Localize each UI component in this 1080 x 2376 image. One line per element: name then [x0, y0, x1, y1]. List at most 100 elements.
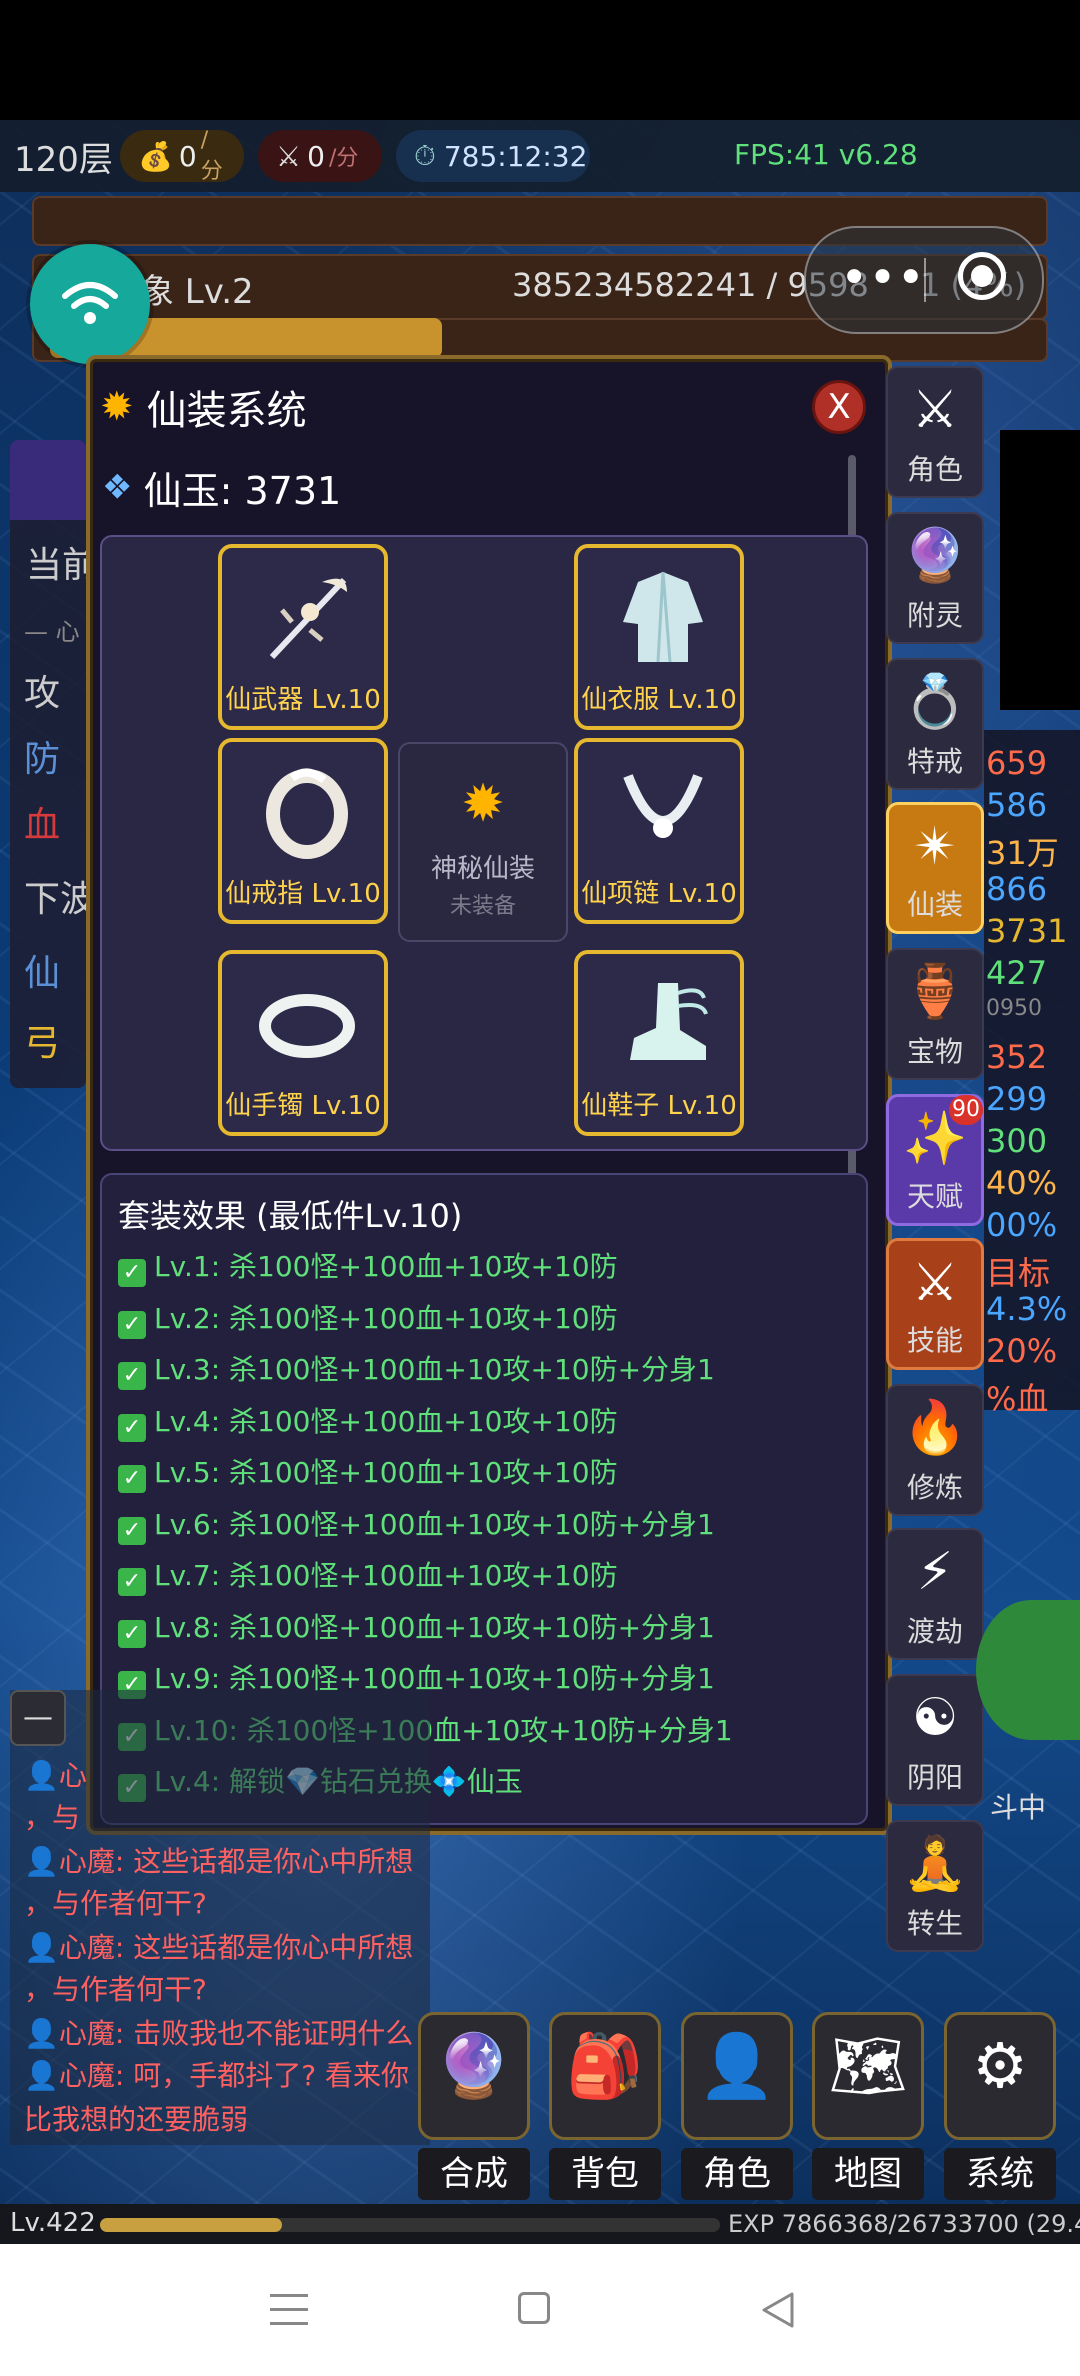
sidebar-icon: ⚡: [916, 1542, 954, 1602]
user-icon: 👤: [24, 2017, 59, 2050]
set-effect-row: ✓ Lv.7: 杀100怪+100血+10攻+10防: [118, 1554, 618, 1596]
user-icon: 👤: [24, 2059, 59, 2092]
set-effect-text: Lv.2: 杀100怪+100血+10攻+10防: [154, 1301, 618, 1335]
sidebar-item[interactable]: 🔮 附灵: [886, 512, 984, 644]
slot-label: 仙鞋子 Lv.10: [581, 1091, 737, 1121]
checkbox-checked-icon: ✓: [118, 1362, 146, 1390]
gold-rate: 💰 0 /分: [120, 128, 244, 184]
sidebar-icon: 🏺: [902, 962, 968, 1022]
fighting-label: 斗中: [990, 1791, 1047, 1824]
slot-necklace[interactable]: 仙项链 Lv.10: [574, 738, 744, 924]
chat-message-line: 👤心魔: 这些话都是你心中所想: [24, 1845, 414, 1878]
chat-message-line: 👤心魔: 这些话都是你心中所想: [24, 1931, 414, 1964]
sidebar-item[interactable]: ✨ 天赋 90: [886, 1094, 984, 1226]
wifi-button[interactable]: [30, 244, 150, 364]
menu-icon[interactable]: [270, 2294, 308, 2326]
set-effect-row: ✓ Lv.5: 杀100怪+100血+10攻+10防: [118, 1451, 618, 1493]
slot-boots[interactable]: 仙鞋子 Lv.10: [574, 950, 744, 1136]
bottom-menu-icon: 👤: [698, 2029, 776, 2102]
miniprogram-capsule[interactable]: •••: [804, 226, 1044, 334]
home-icon[interactable]: [518, 2292, 550, 2324]
bottom-menu-button[interactable]: 🗺: [812, 2012, 924, 2140]
slot-weapon[interactable]: 仙武器 Lv.10: [218, 544, 388, 730]
bottom-menu-label[interactable]: 背包: [549, 2148, 661, 2200]
boots-icon: [630, 983, 708, 1060]
checkbox-checked-icon: ✓: [118, 1619, 146, 1648]
sidebar-item[interactable]: ✴ 仙装: [886, 802, 984, 934]
left-label-4: 血: [24, 805, 61, 846]
right-stat-value: 20%: [986, 1332, 1058, 1370]
sidebar-label: 特戒: [906, 745, 963, 778]
bottom-menu-label[interactable]: 系统: [944, 2148, 1056, 2200]
mystery-status: 未装备: [449, 894, 516, 919]
slot-label: 仙戒指 Lv.10: [225, 879, 381, 909]
sidebar-item[interactable]: 🔥 修炼: [886, 1384, 984, 1516]
chat-message-line: ，与作者何干?: [24, 1973, 207, 2006]
sidebar-icon: 🔥: [902, 1398, 968, 1458]
slot-label: 仙武器 Lv.10: [225, 685, 381, 715]
sword-icon: [269, 577, 347, 660]
left-label-1: — 心: [24, 618, 80, 646]
checkbox-checked-icon: ✓: [118, 1516, 146, 1545]
back-icon[interactable]: [758, 2290, 798, 2330]
sidebar-item[interactable]: 🏺 宝物: [886, 948, 984, 1080]
set-effect-text: Lv.3: 杀100怪+100血+10攻+10防+分身1: [154, 1353, 715, 1386]
sidebar-label: 技能: [906, 1324, 963, 1357]
sidebar-icon: 🧘: [902, 1834, 968, 1894]
bottom-menu-label[interactable]: 地图: [812, 2148, 924, 2200]
wifi-icon: [62, 282, 118, 324]
necklace-icon: [623, 774, 703, 838]
sidebar-item[interactable]: 🧘 转生: [886, 1820, 984, 1952]
close-button[interactable]: X: [812, 380, 866, 434]
chat-panel: — 👤心 ，与 👤心魔: 这些话都是你心中所想 ，与作者何干? 👤心魔: 这些话都是你心…: [10, 1690, 430, 2145]
chat-message-line: 👤心魔: 击败我也不能证明什么: [24, 2017, 414, 2050]
set-effect-text: Lv.8: 杀100怪+100血+10攻+10防+分身1: [154, 1610, 715, 1644]
sidebar-icon: ⚔: [911, 380, 959, 440]
sidebar-icon: ✴: [913, 817, 957, 877]
floor-label: 120层: [14, 140, 113, 180]
sidebar-item[interactable]: ☯ 阴阳: [886, 1674, 984, 1806]
right-stat-value: 00%: [986, 1206, 1058, 1244]
set-effect-row: ✓ Lv.2: 杀100怪+100血+10攻+10防: [118, 1297, 618, 1339]
slot-robe[interactable]: 仙衣服 Lv.10: [574, 544, 744, 730]
right-stat-value: 3731: [986, 912, 1068, 950]
left-label-3: 防: [24, 739, 61, 780]
sidebar-item[interactable]: ⚔ 技能: [886, 1238, 984, 1370]
close-target-icon[interactable]: [958, 252, 1006, 300]
battle-orb[interactable]: [976, 1600, 1080, 1740]
right-stat-value: 4.3%: [986, 1290, 1068, 1328]
sidebar-icon: 💍: [902, 672, 968, 732]
sidebar-label: 宝物: [906, 1035, 963, 1068]
left-panel-header: [10, 440, 86, 520]
sidebar-item[interactable]: ⚡ 渡劫: [886, 1528, 984, 1660]
checkbox-checked-icon: ✓: [118, 1310, 146, 1339]
exp-fill: [100, 2218, 282, 2232]
right-stat-value: 352: [986, 1038, 1048, 1076]
bottom-menu-button[interactable]: 🎒: [549, 2012, 661, 2140]
bottom-menu-button[interactable]: 👤: [681, 2012, 793, 2140]
bottom-menu-label[interactable]: 合成: [418, 2148, 530, 2200]
bottom-menu-label[interactable]: 角色: [681, 2148, 793, 2200]
checkbox-checked-icon: ✓: [118, 1259, 146, 1287]
slot-ring[interactable]: 仙戒指 Lv.10: [218, 738, 388, 924]
chat-minimize-button[interactable]: —: [10, 1690, 66, 1746]
user-icon: 👤: [24, 1759, 59, 1792]
more-dots-icon[interactable]: •••: [840, 250, 925, 306]
currency-row: ❖ 仙玉: 3731: [102, 460, 341, 515]
checkbox-checked-icon: ✓: [118, 1465, 146, 1493]
chat-message-line: ，与作者何干?: [24, 1887, 207, 1920]
bottom-menu-button[interactable]: ⚙: [944, 2012, 1056, 2140]
sidebar-item[interactable]: ⚔ 角色: [886, 366, 984, 498]
slot-bracelet[interactable]: 仙手镯 Lv.10: [218, 950, 388, 1136]
right-stat-value: 目标: [986, 1254, 1051, 1292]
set-effect-row: ✓ Lv.8: 杀100怪+100血+10攻+10防+分身1: [118, 1606, 715, 1648]
sidebar-item[interactable]: 💍 特戒: [886, 658, 984, 790]
bottom-menu-button[interactable]: 🔮: [418, 2012, 530, 2140]
kill-rate: ⚔ 0 /分: [258, 130, 382, 182]
right-stat-value: 300: [986, 1122, 1048, 1160]
exp-bar: Lv.422 EXP 7866368/26733700 (29.4%): [0, 2204, 1080, 2244]
sidebar-label: 附灵: [906, 599, 963, 632]
set-effect-text: Lv.4: 杀100怪+100血+10攻+10防: [154, 1404, 618, 1438]
boss-name: 象 Lv.2: [140, 272, 254, 312]
mystery-gear-slot[interactable]: ✹ 神秘仙装 未装备: [398, 742, 568, 942]
